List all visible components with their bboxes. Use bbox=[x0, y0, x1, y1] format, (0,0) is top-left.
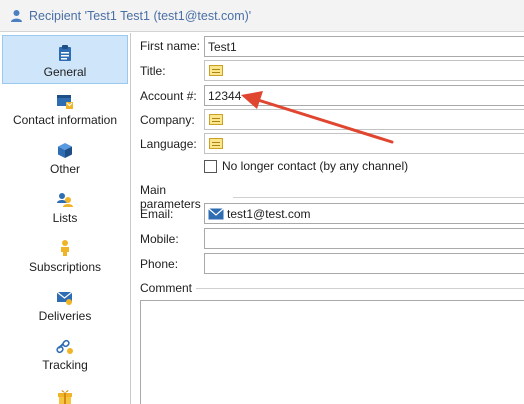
gift-icon bbox=[57, 382, 73, 404]
no-longer-contact-checkbox[interactable] bbox=[204, 159, 217, 173]
sidebar-item-label: Tracking bbox=[42, 358, 88, 372]
phone-field[interactable] bbox=[204, 253, 524, 274]
window-title: Recipient 'Test1 Test1 (test1@test.com)' bbox=[29, 8, 252, 23]
company-label: Company: bbox=[140, 113, 195, 127]
language-label: Language: bbox=[140, 137, 197, 151]
sidebar-item-other[interactable]: Other bbox=[2, 133, 128, 182]
sidebar-item-label: Contact information bbox=[12, 113, 118, 127]
title-field[interactable] bbox=[204, 60, 524, 81]
enumeration-icon[interactable] bbox=[209, 114, 223, 125]
company-field[interactable] bbox=[204, 109, 524, 130]
no-longer-contact-row: No longer contact (by any channel) bbox=[204, 159, 408, 173]
cube-icon bbox=[57, 137, 73, 159]
comment-section: Comment bbox=[140, 281, 524, 295]
email-label: Email: bbox=[140, 207, 174, 221]
first-name-value: Test1 bbox=[208, 39, 237, 54]
enumeration-icon[interactable] bbox=[209, 138, 223, 149]
tracking-icon bbox=[56, 333, 74, 355]
sidebar: General Contact information Other Lists … bbox=[0, 33, 131, 404]
sidebar-item-label: Deliveries bbox=[38, 309, 92, 323]
sidebar-item-contact-information[interactable]: Contact information bbox=[2, 84, 128, 133]
language-field[interactable] bbox=[204, 133, 524, 154]
envelope-icon bbox=[208, 207, 224, 219]
phone-label: Phone: bbox=[140, 257, 179, 271]
contact-card-icon bbox=[56, 88, 74, 110]
recipient-form: First name: Test1 Title: Account #: 1234… bbox=[132, 33, 524, 404]
mobile-field[interactable] bbox=[204, 228, 524, 249]
account-number-value: 12344 bbox=[208, 88, 242, 103]
email-field[interactable]: test1@test.com bbox=[204, 203, 524, 224]
lists-icon bbox=[56, 186, 74, 208]
sidebar-item-label: Other bbox=[49, 162, 80, 176]
sidebar-item-subscriptions[interactable]: Subscriptions bbox=[2, 231, 128, 280]
sidebar-item-label: Subscriptions bbox=[28, 260, 102, 274]
mobile-label: Mobile: bbox=[140, 232, 179, 246]
comment-textarea[interactable] bbox=[140, 300, 524, 404]
sidebar-item-deliveries[interactable]: Deliveries bbox=[2, 280, 128, 329]
account-label: Account #: bbox=[140, 89, 197, 103]
sidebar-item-label: Lists bbox=[52, 211, 78, 225]
section-divider bbox=[233, 196, 524, 198]
clipboard-icon bbox=[58, 40, 72, 62]
first-name-label: First name: bbox=[140, 39, 201, 53]
sidebar-item-more[interactable] bbox=[2, 378, 128, 404]
no-longer-contact-label: No longer contact (by any channel) bbox=[222, 159, 409, 173]
section-divider bbox=[196, 287, 524, 289]
account-number-field[interactable]: 12344 bbox=[204, 85, 524, 106]
comment-title: Comment bbox=[140, 281, 193, 295]
deliveries-icon bbox=[56, 284, 74, 306]
recipient-icon bbox=[11, 9, 22, 22]
sidebar-item-tracking[interactable]: Tracking bbox=[2, 329, 128, 378]
window-titlebar: Recipient 'Test1 Test1 (test1@test.com)' bbox=[0, 0, 524, 32]
sidebar-item-label: General bbox=[43, 65, 87, 79]
sidebar-item-general[interactable]: General bbox=[2, 35, 128, 84]
first-name-field[interactable]: Test1 bbox=[204, 36, 524, 57]
sidebar-item-lists[interactable]: Lists bbox=[2, 182, 128, 231]
enumeration-icon[interactable] bbox=[209, 65, 223, 76]
email-value: test1@test.com bbox=[227, 206, 311, 221]
title-label: Title: bbox=[140, 64, 166, 78]
subscriptions-icon bbox=[59, 235, 71, 257]
